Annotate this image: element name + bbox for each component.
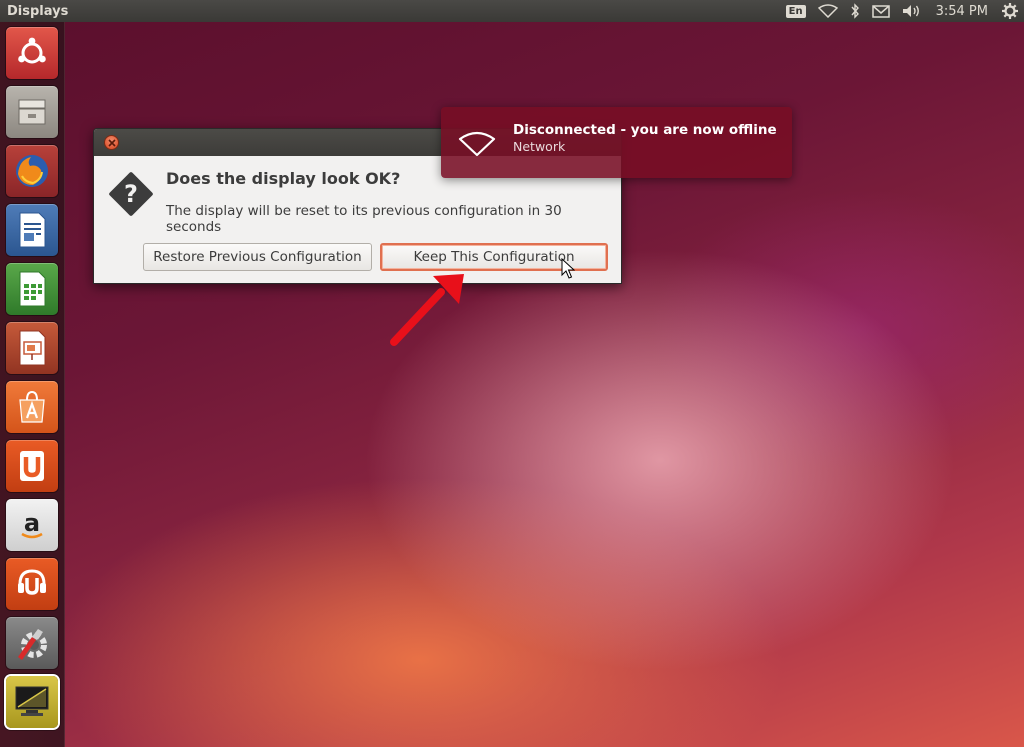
launcher-software-center[interactable]	[6, 381, 58, 433]
launcher-amazon[interactable]: a	[6, 499, 58, 551]
launcher-writer[interactable]	[6, 204, 58, 256]
gear-icon[interactable]	[1002, 0, 1018, 22]
restore-configuration-button[interactable]: Restore Previous Configuration	[143, 243, 372, 271]
ubuntu-one-icon	[20, 451, 44, 481]
red-arrow-annotation	[390, 274, 464, 346]
svg-text:?: ?	[124, 180, 138, 208]
top-panel: Displays En 3:54 PM	[0, 0, 1024, 22]
keyboard-layout-label: En	[785, 4, 806, 18]
amazon-icon: a	[21, 509, 43, 539]
impress-icon	[19, 330, 46, 366]
indicator-area: En 3:54 PM	[780, 0, 1024, 22]
network-notification: Disconnected - you are now offline Netwo…	[441, 107, 792, 178]
active-app-title: Displays	[7, 3, 69, 19]
svg-text:a: a	[24, 509, 40, 537]
close-icon	[107, 138, 116, 147]
launcher-calc[interactable]	[6, 263, 58, 315]
bluetooth-icon[interactable]	[850, 0, 860, 22]
volume-icon[interactable]	[902, 0, 922, 22]
keyboard-indicator[interactable]: En	[785, 0, 806, 22]
launcher-files[interactable]	[6, 86, 58, 138]
displays-icon	[15, 686, 49, 716]
launcher: a	[0, 22, 65, 747]
launcher-ubuntu-one-music[interactable]	[6, 558, 58, 610]
ubuntu-logo-icon	[18, 37, 46, 64]
launcher-firefox[interactable]	[6, 145, 58, 197]
network-icon[interactable]	[817, 0, 838, 22]
launcher-ubuntu-one[interactable]	[6, 440, 58, 492]
launcher-impress[interactable]	[6, 322, 58, 374]
mail-icon[interactable]	[871, 0, 890, 22]
mouse-cursor-icon	[561, 258, 575, 279]
dialog-heading: Does the display look OK?	[166, 169, 401, 188]
dialog-message: The display will be reset to its previou…	[166, 203, 562, 235]
launcher-displays[interactable]	[6, 676, 58, 728]
files-icon	[18, 99, 46, 125]
dialog-close-button[interactable]	[104, 135, 119, 150]
dash-home-button[interactable]	[6, 27, 58, 79]
clock[interactable]: 3:54 PM	[936, 0, 988, 22]
software-center-icon	[19, 390, 45, 423]
wifi-disconnected-icon	[458, 131, 496, 161]
notification-body: Network	[513, 139, 566, 154]
launcher-system-settings[interactable]	[6, 617, 58, 669]
firefox-icon	[16, 155, 48, 187]
writer-icon	[19, 212, 46, 248]
calc-icon	[19, 271, 46, 307]
system-settings-icon	[18, 629, 47, 660]
ubuntu-one-music-icon	[18, 569, 46, 595]
notification-title: Disconnected - you are now offline	[513, 122, 777, 138]
question-icon: ?	[106, 169, 156, 223]
